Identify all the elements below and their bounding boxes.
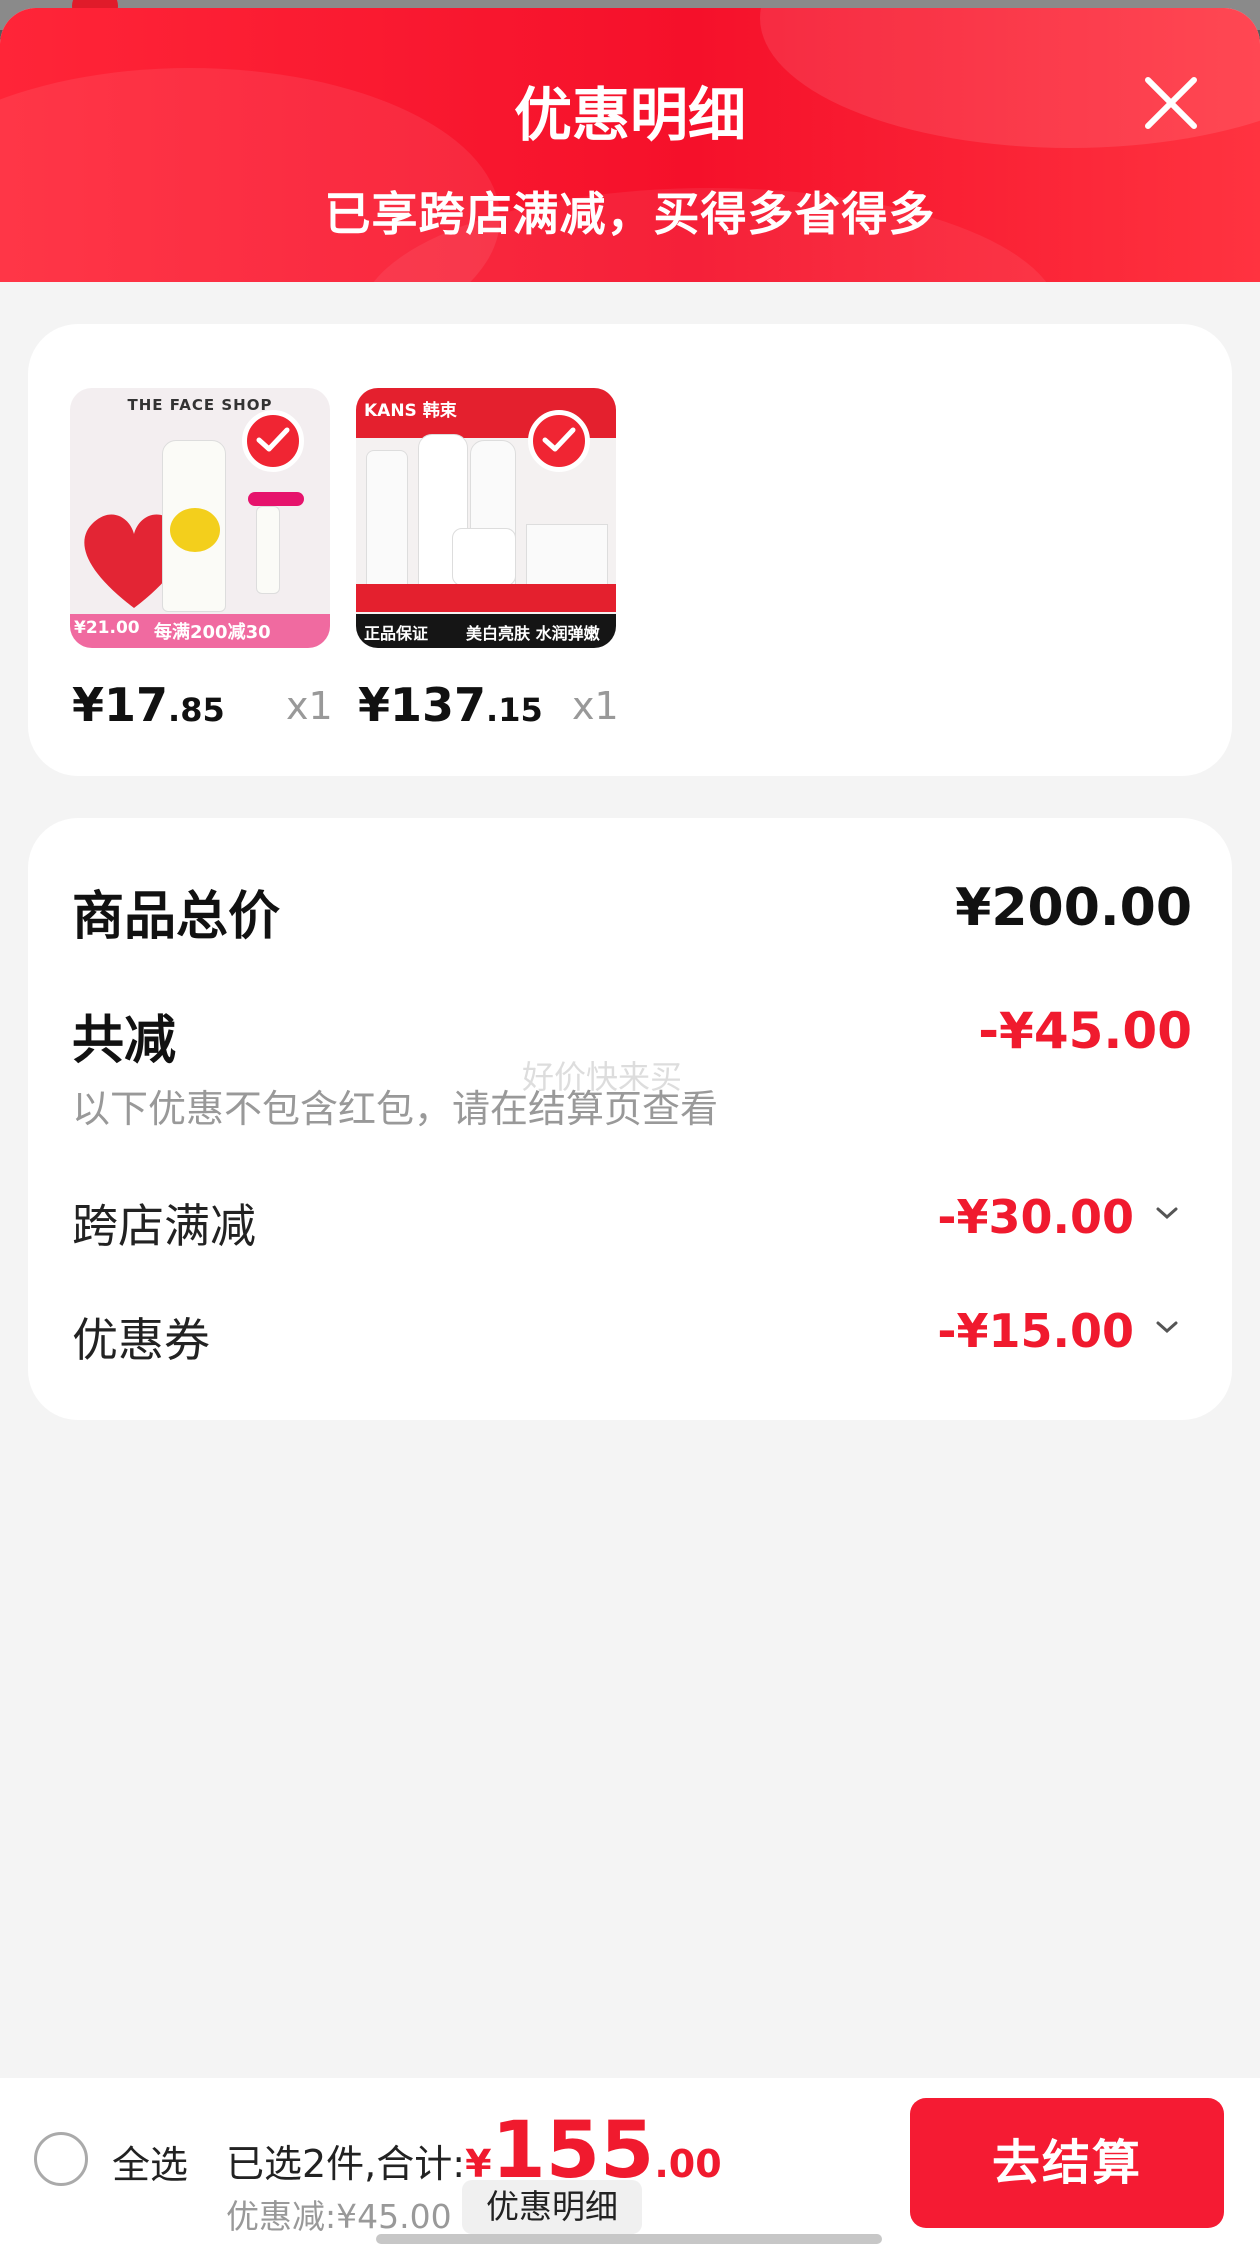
product-thumbnail[interactable]: KANS 韩束 正品保证 美白亮肤 水润弹嫩 xyxy=(356,388,616,648)
product-thumbnail[interactable]: THE FACE SHOP ¥21.00 每满200减30 xyxy=(70,388,330,648)
product-quantity: x1 xyxy=(572,684,619,728)
discount-item-value: -¥15.00 xyxy=(937,1304,1134,1358)
price-main: ¥137 xyxy=(358,678,487,732)
promo-tag xyxy=(248,492,304,506)
jar-graphic xyxy=(452,528,516,586)
checkout-button[interactable]: 去结算 xyxy=(910,2098,1224,2228)
total-price-row: 商品总价 ¥200.00 xyxy=(72,874,1192,947)
total-price-value: ¥200.00 xyxy=(955,878,1192,938)
product-promo-bar: 正品保证 美白亮肤 水润弹嫩 xyxy=(356,614,616,648)
discount-item-label: 优惠券 xyxy=(72,1313,210,1367)
select-all-label[interactable]: 全选 xyxy=(112,2134,188,2189)
product-promo-price: ¥21.00 xyxy=(74,618,140,638)
discount-item-label: 跨店满减 xyxy=(72,1199,256,1253)
selected-check-icon[interactable] xyxy=(528,410,590,472)
total-decimal: .00 xyxy=(654,2142,722,2186)
sheet-title: 优惠明细 xyxy=(513,81,746,149)
selected-check-icon[interactable] xyxy=(242,410,304,472)
product-quantity: x1 xyxy=(286,684,333,728)
total-reduce-value: -¥45.00 xyxy=(978,1002,1192,1060)
chevron-down-icon[interactable] xyxy=(1150,1310,1184,1344)
product-item[interactable]: THE FACE SHOP ¥21.00 每满200减30 ¥17.85 x1 xyxy=(70,388,333,732)
close-icon[interactable] xyxy=(1136,68,1206,138)
saved-amount: 优惠减:¥45.00 xyxy=(226,2197,452,2236)
select-all-radio[interactable] xyxy=(34,2132,88,2186)
checkout-bar: 全选 已选2件,合计:¥155.00 优惠减:¥45.00 优惠明细 去结算 xyxy=(0,2078,1260,2249)
product-item[interactable]: KANS 韩束 正品保证 美白亮肤 水润弹嫩 ¥137.15 x1 xyxy=(356,388,619,732)
mini-tube-graphic xyxy=(256,506,280,594)
sheet-subtitle: 已享跨店满减，买得多省得多 xyxy=(324,187,936,241)
product-brand: THE FACE SHOP xyxy=(127,396,273,414)
price-cents: .15 xyxy=(486,691,543,729)
sheet-header: 优惠明细 已享跨店满减，买得多省得多 xyxy=(0,8,1260,282)
product-promo-band xyxy=(356,584,616,612)
product-price: ¥137.15 xyxy=(358,678,543,732)
product-list-card: THE FACE SHOP ¥21.00 每满200减30 ¥17.85 x1 xyxy=(28,324,1232,776)
bottle-graphic xyxy=(366,450,408,602)
product-promo-text: 每满200减30 xyxy=(154,622,271,643)
product-price: ¥17.85 xyxy=(72,678,225,732)
discount-item-cross-store[interactable]: 跨店满减 -¥30.00 xyxy=(72,1190,1192,1253)
product-promo-left: 正品保证 xyxy=(364,624,429,643)
lemon-graphic xyxy=(170,508,220,552)
chevron-down-icon[interactable] xyxy=(1150,1196,1184,1230)
discount-item-coupon[interactable]: 优惠券 -¥15.00 xyxy=(72,1304,1192,1367)
price-cents: .85 xyxy=(168,691,225,729)
watermark-text: 好价快来买 xyxy=(522,1058,683,1096)
selected-count-text: 已选2件,合计: xyxy=(226,2142,466,2186)
price-summary-card: 商品总价 ¥200.00 共减 -¥45.00 以下优惠不包含红包，请在结算页查… xyxy=(28,818,1232,1420)
price-main: ¥17 xyxy=(72,678,169,732)
product-promo-bar: ¥21.00 每满200减30 xyxy=(70,614,330,648)
discount-item-value: -¥30.00 xyxy=(937,1190,1134,1244)
home-indicator[interactable] xyxy=(376,2234,882,2244)
discount-detail-button[interactable]: 优惠明细 xyxy=(462,2180,642,2234)
product-promo-right: 美白亮肤 水润弹嫩 xyxy=(466,624,600,643)
total-reduce-label: 共减 xyxy=(72,1011,177,1071)
discount-detail-sheet: 优惠明细 已享跨店满减，买得多省得多 THE FACE SHOP ¥21.00 … xyxy=(0,8,1260,2249)
product-brand: KANS 韩束 xyxy=(364,401,457,421)
total-price-label: 商品总价 xyxy=(72,887,281,947)
